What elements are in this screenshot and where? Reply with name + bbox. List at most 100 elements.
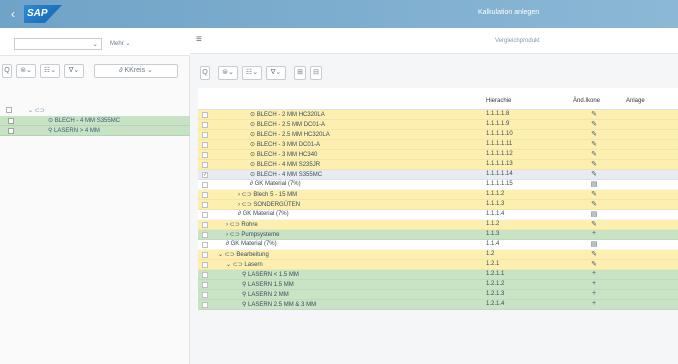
sap-logo[interactable]: SAP: [24, 5, 62, 23]
calculator-icon[interactable]: ▤: [589, 240, 599, 248]
left-row-label: ⊙ BLECH - 4 MM S355MC: [48, 118, 121, 124]
row-checkbox[interactable]: [202, 112, 208, 118]
table-row[interactable]: › ⊂⊃ SONDERGÜTEN 1.1.1.3 ✎: [198, 200, 678, 210]
edit-icon[interactable]: ✎: [589, 160, 599, 168]
row-checkbox[interactable]: [202, 242, 208, 248]
row-name: › ⊂⊃ Pumpsysteme: [226, 232, 280, 238]
left-tree-row[interactable]: ⚲ LASERN > 4 MM: [0, 126, 190, 136]
filter-menu-button[interactable]: ∇⌄: [64, 64, 84, 78]
edit-icon[interactable]: ✎: [589, 260, 599, 268]
row-checkbox[interactable]: [8, 118, 14, 124]
edit-icon[interactable]: ✎: [589, 170, 599, 178]
row-hierarchy: 1.2.1.3: [486, 291, 505, 297]
table-row[interactable]: › ⊂⊃ Pumpsysteme 1.1.3 +: [198, 230, 678, 240]
settings-menu-button[interactable]: ⊜⌄: [218, 66, 238, 80]
table-row[interactable]: ⊙ BLECH - 2.5 MM DC01-A 1.1.1.1.9 ✎: [198, 120, 678, 130]
select-all-checkbox[interactable]: [6, 107, 12, 113]
edit-icon[interactable]: ✎: [589, 150, 599, 158]
view-menu-button[interactable]: ☷⌄: [40, 64, 60, 78]
row-checkbox[interactable]: [202, 302, 208, 308]
variant-select[interactable]: ⌄: [14, 38, 102, 50]
table-row[interactable]: ⚲ LASERN < 1.5 MM 1.2.1.1 +: [198, 270, 678, 280]
table-row[interactable]: ∂ GK Material (7%) 1.1.4 ▤: [198, 240, 678, 250]
row-checkbox[interactable]: [202, 232, 208, 238]
edit-icon[interactable]: ✎: [589, 250, 599, 258]
row-checkbox[interactable]: ✓: [202, 172, 208, 178]
search-icon[interactable]: Q: [2, 64, 12, 78]
row-checkbox[interactable]: [202, 212, 208, 218]
row-name: ∂ GK Material (7%): [226, 241, 277, 247]
row-checkbox[interactable]: [202, 262, 208, 268]
table-row[interactable]: ⊙ BLECH - 3 MM HC340 1.1.1.1.12 ✎: [198, 150, 678, 160]
row-checkbox[interactable]: [202, 292, 208, 298]
table-row[interactable]: ⊙ BLECH - 3 MM DC01-A 1.1.1.1.11 ✎: [198, 140, 678, 150]
add-icon[interactable]: +: [589, 270, 599, 277]
column-header-plant[interactable]: Anlage: [626, 98, 645, 104]
table-row[interactable]: ⊙ BLECH - 4 MM S235JR 1.1.1.1.13 ✎: [198, 160, 678, 170]
add-icon[interactable]: +: [589, 230, 599, 237]
row-checkbox[interactable]: [202, 282, 208, 288]
edit-icon[interactable]: ✎: [589, 130, 599, 138]
edit-icon[interactable]: ✎: [589, 140, 599, 148]
more-button[interactable]: Mehr ⌄: [110, 40, 130, 47]
table-row[interactable]: ⌄ ⊂⊃ Bearbeitung 1.2 ✎: [198, 250, 678, 260]
row-checkbox[interactable]: [202, 202, 208, 208]
collapse-all-button[interactable]: ⊟: [310, 66, 322, 80]
row-hierarchy: 1.1.1.1.11: [486, 141, 513, 147]
calculator-icon[interactable]: ▤: [589, 180, 599, 188]
row-checkbox[interactable]: [202, 182, 208, 188]
right-toolbar: Q ⊜⌄ ☷⌄ ∇⌄ ⊞ ⊟: [190, 66, 678, 82]
row-checkbox[interactable]: [202, 252, 208, 258]
row-hierarchy: 1.1.1.4: [486, 211, 505, 217]
row-name: ⚲ LASERN 2 MM: [242, 292, 289, 298]
expand-all-button[interactable]: ⊞: [294, 66, 306, 80]
edit-icon[interactable]: ✎: [589, 190, 599, 198]
table-row[interactable]: ⚲ LASERN 2.5 MM & 3 MM 1.2.1.4 +: [198, 300, 678, 310]
row-checkbox[interactable]: [202, 272, 208, 278]
table-row[interactable]: › ⊂⊃ Rohre 1.1.2 ✎: [198, 220, 678, 230]
table-row[interactable]: ⚲ LASERN 2 MM 1.2.1.3 +: [198, 290, 678, 300]
table-row[interactable]: ∂ GK Material (7%) 1.1.1.1.15 ▤: [198, 180, 678, 190]
menu-icon[interactable]: ≡: [196, 34, 202, 45]
settings-menu-button[interactable]: ⊜⌄: [16, 64, 36, 78]
table-row[interactable]: ⚲ LASERN 1.5 MM 1.2.1.2 +: [198, 280, 678, 290]
edit-icon[interactable]: ✎: [589, 200, 599, 208]
tree-root-toggle[interactable]: ⌄ ⊂⊃: [28, 107, 45, 114]
back-button[interactable]: ‹: [6, 7, 20, 21]
table-row[interactable]: › ⊂⊃ Blech 5 - 15 MM 1.1.1.2 ✎: [198, 190, 678, 200]
edit-icon[interactable]: ✎: [589, 220, 599, 228]
table-row[interactable]: ∂ GK Material (7%) 1.1.1.4 ▤: [198, 210, 678, 220]
edit-icon[interactable]: ✎: [589, 120, 599, 128]
view-menu-button[interactable]: ☷⌄: [242, 66, 262, 80]
row-checkbox[interactable]: [202, 152, 208, 158]
left-pane: ⌄ Mehr ⌄ Q ⊜⌄ ☷⌄ ∇⌄ ∂ KKreis ⌄ ⌄ ⊂⊃ ⊙ BL…: [0, 28, 190, 364]
row-checkbox[interactable]: [202, 222, 208, 228]
column-header-change-icon[interactable]: Änd.Ikone: [573, 98, 600, 104]
table-row[interactable]: ⊙ BLECH - 2 MM HC320LA 1.1.1.1.8 ✎: [198, 110, 678, 120]
edit-icon[interactable]: ✎: [589, 110, 599, 118]
add-icon[interactable]: +: [589, 300, 599, 307]
row-checkbox[interactable]: [202, 142, 208, 148]
table-row[interactable]: ⊙ BLECH - 2.5 MM HC320LA 1.1.1.1.10 ✎: [198, 130, 678, 140]
filter-menu-button[interactable]: ∇⌄: [266, 66, 286, 80]
cost-center-menu-button[interactable]: ∂ KKreis ⌄: [94, 64, 178, 78]
table-row[interactable]: ⌄ ⊂⊃ Lasern 1.2.1 ✎: [198, 260, 678, 270]
column-header-hierarchy[interactable]: Hierachie: [486, 98, 511, 104]
row-hierarchy: 1.1.1.1.14: [486, 171, 513, 177]
row-name: ⊙ BLECH - 3 MM DC01-A: [250, 142, 321, 148]
table-row[interactable]: ✓ ⊙ BLECH - 4 MM S355MC 1.1.1.1.14 ✎: [198, 170, 678, 180]
search-icon[interactable]: Q: [200, 66, 210, 80]
add-icon[interactable]: +: [589, 280, 599, 287]
add-icon[interactable]: +: [589, 290, 599, 297]
row-hierarchy: 1.1.3: [486, 231, 500, 237]
row-checkbox[interactable]: [8, 128, 14, 134]
row-checkbox[interactable]: [202, 132, 208, 138]
calculator-icon[interactable]: ▤: [589, 210, 599, 218]
row-checkbox[interactable]: [202, 122, 208, 128]
row-checkbox[interactable]: [202, 162, 208, 168]
row-hierarchy: 1.1.1.1.13: [486, 161, 513, 167]
row-name: ⊙ BLECH - 2.5 MM DC01-A: [250, 122, 326, 128]
left-tree-row[interactable]: ⊙ BLECH - 4 MM S355MC: [0, 116, 190, 126]
row-checkbox[interactable]: [202, 192, 208, 198]
row-hierarchy: 1.1.1.1.12: [486, 151, 513, 157]
